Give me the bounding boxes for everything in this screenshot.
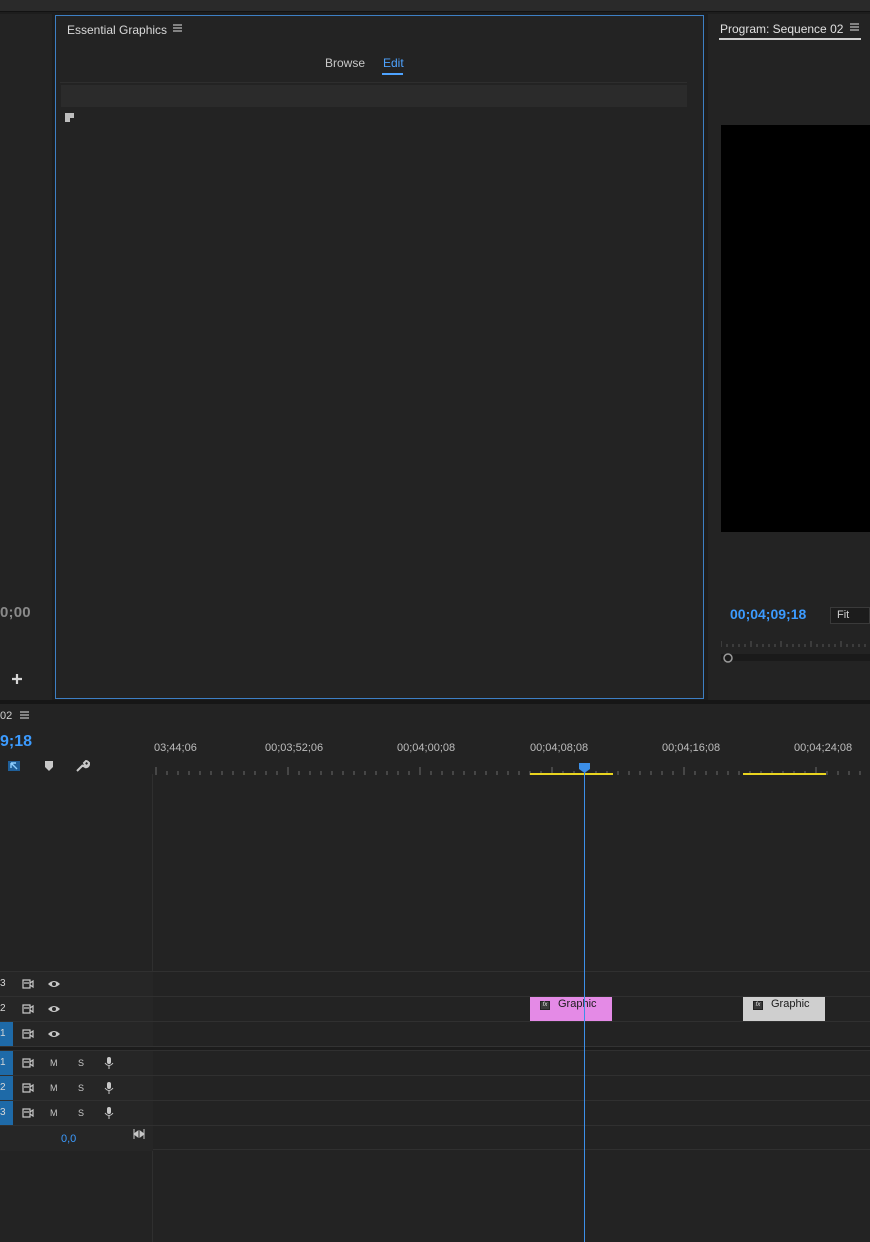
playhead-handle[interactable] — [579, 762, 590, 773]
track-number: 1 — [0, 1057, 6, 1068]
timeline-ruler[interactable]: 03;44;06 00;03;52;06 00;04;00;08 00;04;0… — [154, 742, 870, 776]
plus-icon[interactable] — [11, 670, 23, 690]
track-a1: 1 M S — [0, 1050, 870, 1076]
track-header: 3 M S — [0, 1101, 153, 1126]
track-header: 0,0 — [0, 1126, 153, 1151]
track-v3: 3 — [0, 971, 870, 997]
clip-graphic[interactable]: fx Graphic — [530, 997, 612, 1021]
track-v1: 1 — [0, 1021, 870, 1047]
clip-label: Graphic — [771, 998, 810, 1010]
ruler-label: 00;04;24;08 — [794, 742, 853, 754]
sequence-tab[interactable]: 02 — [0, 710, 12, 722]
wrench-icon[interactable] — [74, 758, 90, 774]
track-number: 2 — [0, 1082, 6, 1093]
fx-icon: fx — [540, 1001, 550, 1010]
solo-button[interactable]: S — [78, 1108, 84, 1118]
layer-toolbar — [61, 85, 687, 107]
track-master: 0,0 — [0, 1125, 870, 1151]
sync-lock-icon[interactable] — [22, 978, 34, 990]
track-header: 2 M S — [0, 1076, 153, 1101]
track-a2: 2 M S — [0, 1075, 870, 1101]
clip-graphic[interactable]: fx Graphic — [743, 997, 825, 1021]
in-out-range — [743, 773, 826, 775]
track-number: 3 — [0, 978, 6, 989]
monitor-time-ruler[interactable] — [720, 638, 870, 648]
track-header: 1 — [0, 1022, 153, 1047]
ruler-label: 00;04;16;08 — [662, 742, 721, 754]
tab-edit[interactable]: Edit — [383, 56, 404, 70]
new-layer-icon[interactable] — [65, 111, 74, 122]
track-number: 2 — [0, 1003, 6, 1014]
track-header: 1 M S — [0, 1051, 153, 1076]
tab-browse[interactable]: Browse — [325, 56, 365, 70]
solo-button[interactable]: S — [78, 1058, 84, 1068]
source-timecode[interactable]: 0;00 — [0, 604, 31, 621]
microphone-icon[interactable] — [103, 1057, 115, 1069]
go-to-in-out-icon[interactable] — [133, 1128, 145, 1140]
sync-lock-icon[interactable] — [22, 1082, 34, 1094]
snap-icon[interactable] — [6, 758, 22, 774]
sync-lock-icon[interactable] — [22, 1003, 34, 1015]
sync-lock-icon[interactable] — [22, 1057, 34, 1069]
in-out-range — [530, 773, 613, 775]
mute-button[interactable]: M — [50, 1083, 58, 1093]
marker-icon[interactable] — [41, 758, 57, 774]
scrub-bar[interactable] — [721, 652, 870, 663]
divider — [60, 82, 687, 83]
track-number: 3 — [0, 1107, 6, 1118]
ruler-label: 00;04;08;08 — [530, 742, 589, 754]
hamburger-icon[interactable] — [850, 22, 859, 34]
tab-active-indicator — [382, 73, 403, 75]
track-header: 2 — [0, 997, 153, 1022]
top-strip — [0, 0, 870, 12]
panel-title[interactable]: Program: Sequence 02 — [720, 22, 843, 36]
microphone-icon[interactable] — [103, 1107, 115, 1119]
playhead[interactable] — [584, 768, 585, 1242]
zoom-select[interactable]: Fit — [830, 607, 870, 624]
track-header: 3 — [0, 972, 153, 997]
essential-graphics-panel: Essential Graphics Browse Edit — [55, 15, 704, 699]
program-monitor-panel: Program: Sequence 02 00;04;09;18 Fit — [708, 14, 870, 700]
sync-lock-icon[interactable] — [22, 1028, 34, 1040]
tab-active-indicator — [719, 38, 861, 40]
microphone-icon[interactable] — [103, 1082, 115, 1094]
solo-button[interactable]: S — [78, 1083, 84, 1093]
playhead-timecode[interactable]: 00;04;09;18 — [730, 606, 806, 622]
track-v2: 2 fx Graphic fx Graphic — [0, 996, 870, 1022]
eye-icon[interactable] — [48, 978, 60, 990]
fx-icon: fx — [753, 1001, 763, 1010]
track-number: 1 — [0, 1028, 6, 1039]
sequence-timecode[interactable]: 9;18 — [0, 733, 32, 751]
panel-title[interactable]: Essential Graphics — [67, 23, 167, 37]
mute-button[interactable]: M — [50, 1108, 58, 1118]
ruler-label: 03;44;06 — [154, 742, 197, 754]
mute-button[interactable]: M — [50, 1058, 58, 1068]
eye-icon[interactable] — [48, 1028, 60, 1040]
track-a3: 3 M S — [0, 1100, 870, 1126]
clip-label: Graphic — [558, 998, 597, 1010]
hamburger-icon[interactable] — [20, 710, 29, 722]
video-preview[interactable] — [721, 125, 870, 532]
hamburger-icon[interactable] — [173, 23, 182, 35]
ruler-label: 00;03;52;06 — [265, 742, 324, 754]
sync-lock-icon[interactable] — [22, 1107, 34, 1119]
ruler-label: 00;04;00;08 — [397, 742, 456, 754]
master-volume[interactable]: 0,0 — [61, 1133, 76, 1145]
eye-icon[interactable] — [48, 1003, 60, 1015]
source-monitor-panel: 0;00 — [0, 14, 52, 700]
